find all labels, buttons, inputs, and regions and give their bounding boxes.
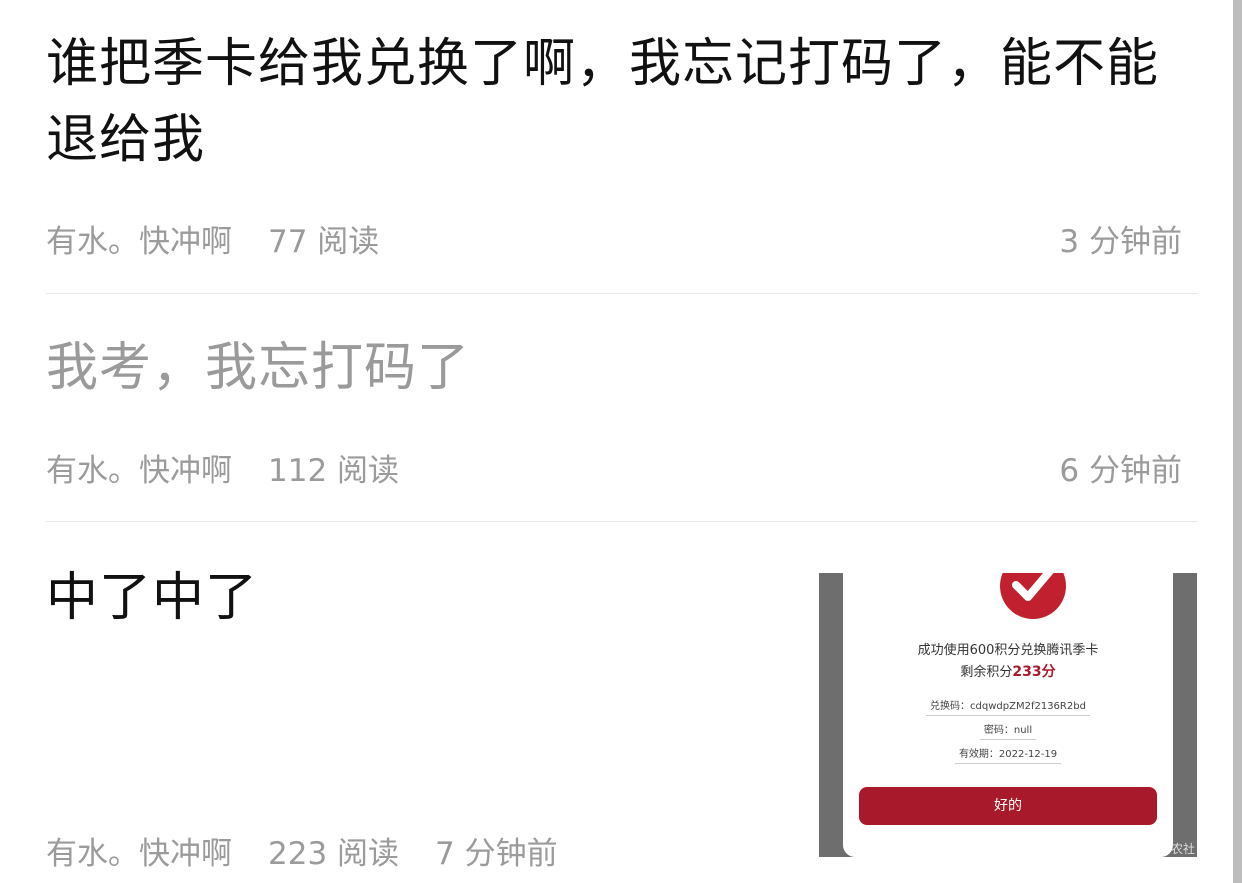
expiry-text: 有效期：2022-12-19	[954, 745, 1062, 764]
success-text: 成功使用600积分兑换腾讯季卡	[917, 643, 1099, 658]
post-meta: 有水。快冲啊 112 阅读 6 分钟前	[46, 445, 1198, 490]
list-item[interactable]: 我考，我忘打码了 有水。快冲啊 112 阅读 6 分钟前	[46, 330, 1198, 520]
remaining-value: 233分	[1012, 664, 1056, 680]
expiry-field: 有效期：2022-12-19	[843, 745, 1173, 764]
check-circle-icon	[1000, 573, 1066, 619]
password-field: 密码：null	[843, 721, 1173, 740]
post-meta: 有水。快冲啊 77 阅读 3 分钟前	[46, 216, 1198, 261]
post-time: 7 分钟前	[435, 836, 558, 872]
post-read-count: 112 阅读	[268, 453, 400, 489]
post-time: 3 分钟前	[1059, 224, 1182, 260]
post-time: 6 分钟前	[1059, 453, 1182, 489]
password-text: 密码：null	[979, 721, 1037, 740]
ok-button: 好的	[859, 787, 1157, 825]
post-author[interactable]: 有水。快冲啊	[46, 828, 232, 873]
post-read-count: 77 阅读	[268, 224, 380, 260]
feed-page: 谁把季卡给我兑换了啊，我忘记打码了，能不能退给我 有水。快冲啊 77 阅读 3 分…	[0, 0, 1242, 883]
post-title[interactable]: 我考，我忘打码了	[46, 330, 1198, 406]
post-title[interactable]: 谁把季卡给我兑换了啊，我忘记打码了，能不能退给我	[46, 26, 1198, 178]
remaining-points: 剩余积分233分	[843, 661, 1173, 681]
redeem-code-text: 兑换码：cdqwdpZM2f2136R2bd	[926, 697, 1090, 716]
list-item[interactable]: 谁把季卡给我兑换了啊，我忘记打码了，能不能退给我 有水。快冲啊 77 阅读 3 分…	[46, 26, 1198, 294]
post-author[interactable]: 有水。快冲啊	[46, 216, 232, 261]
post-author[interactable]: 有水。快冲啊	[46, 445, 232, 490]
post-thumbnail[interactable]: 成功使用600积分兑换腾讯季卡 剩余积分233分 兑换码：cdqwdpZM2f2…	[819, 573, 1197, 857]
divider	[46, 521, 1198, 522]
divider	[46, 293, 1198, 294]
remaining-label: 剩余积分	[960, 665, 1013, 680]
redeem-success-dialog: 成功使用600积分兑换腾讯季卡 剩余积分233分 兑换码：cdqwdpZM2f2…	[843, 573, 1173, 857]
redeem-code-field: 兑换码：cdqwdpZM2f2136R2bd	[843, 697, 1173, 716]
scrollbar[interactable]	[1233, 0, 1242, 883]
post-read-count: 223 阅读	[268, 836, 400, 872]
watermark: 农社	[1170, 842, 1195, 856]
